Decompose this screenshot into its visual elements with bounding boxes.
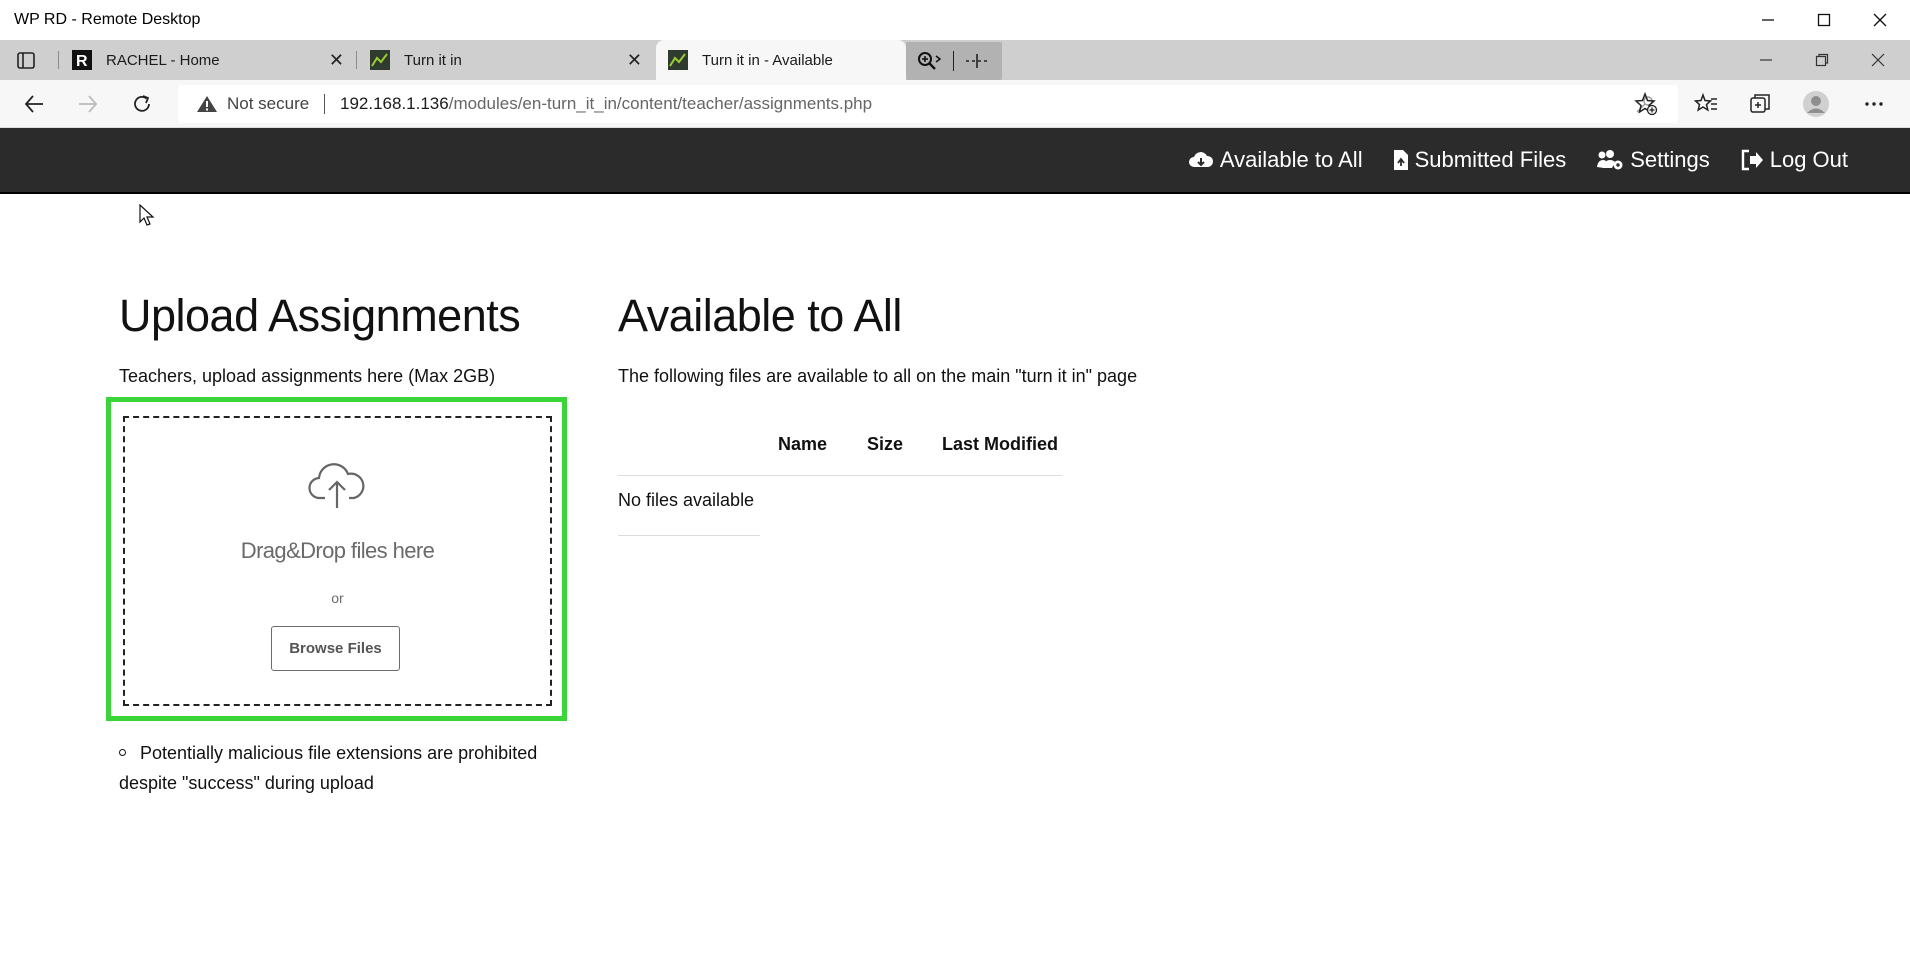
security-label: Not secure [227, 94, 310, 113]
zoom-icon[interactable] [916, 50, 942, 72]
available-lead-text: The following files are available to all… [618, 366, 1138, 386]
maximize-icon[interactable] [1796, 0, 1852, 40]
inner-restore-icon[interactable] [1794, 40, 1850, 80]
file-dropzone[interactable]: Drag&Drop files here or Browse Files [123, 416, 552, 706]
profile-avatar-icon[interactable] [1800, 88, 1832, 120]
browser-navbar: Not secure 192.168.1.136/modules/en-turn… [0, 80, 1910, 128]
table-header-row: Name Size Last Modified [618, 420, 1062, 476]
bullet-icon [119, 748, 126, 756]
svg-text:R: R [76, 53, 88, 70]
nav-settings[interactable]: Settings [1596, 147, 1710, 173]
nav-label: Settings [1630, 147, 1710, 172]
upload-note-text: Potentially malicious file extensions ar… [119, 743, 538, 793]
tab-title: Turn it in [404, 51, 462, 69]
turn-it-in-favicon [370, 50, 390, 70]
cloud-download-icon [1188, 152, 1213, 167]
forward-icon[interactable] [72, 88, 104, 120]
url-path: /modules/en-turn_it_in/content/teacher/a… [448, 94, 873, 113]
minimize-icon[interactable] [1740, 0, 1796, 40]
inner-minimize-icon[interactable] [1738, 40, 1794, 80]
nav-label: Log Out [1769, 147, 1848, 172]
browse-files-button[interactable]: Browse Files [271, 626, 400, 671]
browser-tab-strip: R RACHEL - Home ✕ Turn it in ✕ Turn it i… [0, 40, 1910, 80]
site-nav: Available to All Submitted Files Setting… [1188, 128, 1848, 192]
url-text[interactable]: 192.168.1.136/modules/en-turn_it_in/cont… [340, 94, 872, 114]
table-row: No files available [618, 490, 760, 536]
address-bar[interactable]: Not secure 192.168.1.136/modules/en-turn… [178, 85, 1678, 123]
dropzone-or: or [331, 590, 344, 606]
nav-available-to-all[interactable]: Available to All [1188, 147, 1363, 173]
close-tab-icon[interactable]: ✕ [329, 50, 344, 71]
upload-highlight-frame: Drag&Drop files here or Browse Files [106, 397, 567, 721]
inner-close-icon[interactable] [1850, 40, 1906, 80]
turn-it-in-favicon [668, 50, 688, 70]
upload-section: Upload Assignments Teachers, upload assi… [119, 290, 579, 387]
more-options-icon[interactable] [1858, 88, 1890, 120]
close-icon[interactable] [1852, 0, 1908, 40]
nav-log-out[interactable]: Log Out [1740, 147, 1848, 173]
favorites-icon[interactable] [1690, 88, 1722, 120]
collections-icon[interactable] [1744, 88, 1776, 120]
tab-title: RACHEL - Home [106, 51, 220, 69]
cloud-upload-icon [308, 463, 365, 508]
window-title: WP RD - Remote Desktop [14, 11, 201, 28]
tab-turn-it-in-available[interactable]: Turn it in - Available [656, 40, 906, 80]
warning-icon [197, 96, 217, 112]
users-cog-icon [1597, 150, 1623, 170]
sign-out-icon [1741, 149, 1763, 171]
rachel-logo-icon: R [72, 50, 92, 70]
add-favorite-icon[interactable] [1630, 88, 1662, 120]
dropzone-title: Drag&Drop files here [240, 538, 435, 563]
close-tab-icon[interactable]: ✕ [627, 50, 642, 71]
upload-heading: Upload Assignments [119, 290, 521, 341]
available-heading: Available to All [618, 290, 902, 341]
upload-warning-note: Potentially malicious file extensions ar… [119, 738, 579, 798]
file-upload-icon [1393, 150, 1408, 170]
tab-title: Turn it in - Available [702, 51, 833, 69]
pin-toolbar-icon[interactable] [964, 50, 990, 72]
site-header: Available to All Submitted Files Setting… [0, 128, 1910, 194]
empty-table-message: No files available [618, 490, 755, 510]
url-host: 192.168.1.136 [340, 94, 449, 113]
nav-label: Available to All [1219, 147, 1363, 172]
security-indicator[interactable]: Not secure [196, 94, 309, 114]
remote-toolbar [906, 42, 1002, 80]
mouse-cursor-icon [139, 204, 155, 226]
back-icon[interactable] [18, 88, 50, 120]
upload-lead-text: Teachers, upload assignments here (Max 2… [119, 366, 496, 386]
tab-actions-icon[interactable] [14, 50, 44, 72]
tab-rachel-home[interactable]: R RACHEL - Home ✕ [60, 40, 356, 80]
refresh-icon[interactable] [126, 88, 158, 120]
column-header-last-modified[interactable]: Last Modified [942, 434, 1058, 455]
column-header-size[interactable]: Size [867, 434, 903, 455]
remote-desktop-titlebar: WP RD - Remote Desktop [0, 0, 1910, 40]
available-section: Available to All The following files are… [618, 290, 1318, 387]
column-header-name[interactable]: Name [778, 434, 827, 455]
tab-turn-it-in[interactable]: Turn it in ✕ [358, 40, 654, 80]
nav-submitted-files[interactable]: Submitted Files [1393, 147, 1567, 173]
nav-label: Submitted Files [1414, 147, 1567, 172]
